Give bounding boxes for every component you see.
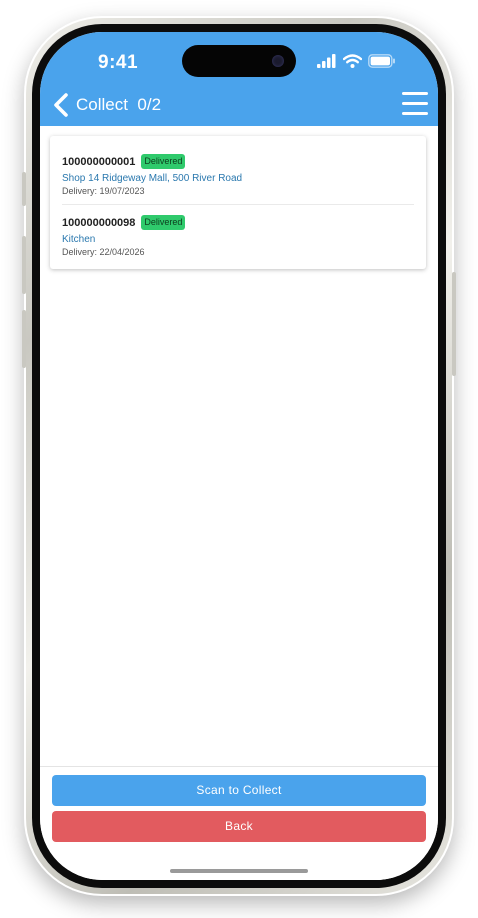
status-badge: Delivered (141, 154, 186, 169)
wifi-icon (343, 54, 362, 68)
volume-down-button (22, 310, 26, 368)
order-location[interactable]: Shop 14 Ridgeway Mall, 500 River Road (62, 173, 414, 184)
list-item[interactable]: 100000000001 Delivered Shop 14 Ridgeway … (62, 144, 414, 204)
volume-up-button (22, 236, 26, 294)
page-title: Collect 0/2 (76, 95, 161, 115)
status-bar: 9:41 (40, 32, 438, 84)
status-icons (317, 54, 396, 68)
status-time: 9:41 (98, 52, 139, 73)
list-item[interactable]: 100000000098 Delivered Kitchen Delivery:… (62, 204, 414, 265)
order-delivery-date: Delivery: 19/07/2023 (62, 186, 145, 196)
collect-count: 0/2 (137, 95, 162, 114)
action-footer: Scan to Collect Back (40, 766, 438, 880)
camera-icon (272, 55, 284, 67)
phone-screen: 9:41 Collect 0/2 100000000001 Delivered … (40, 32, 438, 880)
home-indicator (170, 869, 308, 873)
order-list-card: 100000000001 Delivered Shop 14 Ridgeway … (50, 136, 426, 269)
order-number: 100000000001 (62, 155, 136, 168)
nav-bar: Collect 0/2 (40, 84, 438, 126)
battery-icon (368, 54, 395, 68)
signal-icon (317, 54, 336, 68)
power-button (452, 272, 456, 376)
page-title-text: Collect (76, 95, 128, 114)
action-button (22, 172, 26, 206)
hamburger-menu-icon[interactable] (402, 92, 428, 116)
order-list-area: 100000000001 Delivered Shop 14 Ridgeway … (40, 126, 438, 766)
order-delivery-date: Delivery: 22/04/2026 (62, 247, 145, 257)
scan-to-collect-button[interactable]: Scan to Collect (52, 775, 426, 806)
dynamic-island (182, 45, 296, 77)
order-location[interactable]: Kitchen (62, 234, 414, 245)
order-number: 100000000098 (62, 216, 136, 229)
back-chevron-icon[interactable] (50, 91, 74, 119)
status-badge: Delivered (141, 215, 186, 230)
back-button[interactable]: Back (52, 811, 426, 842)
